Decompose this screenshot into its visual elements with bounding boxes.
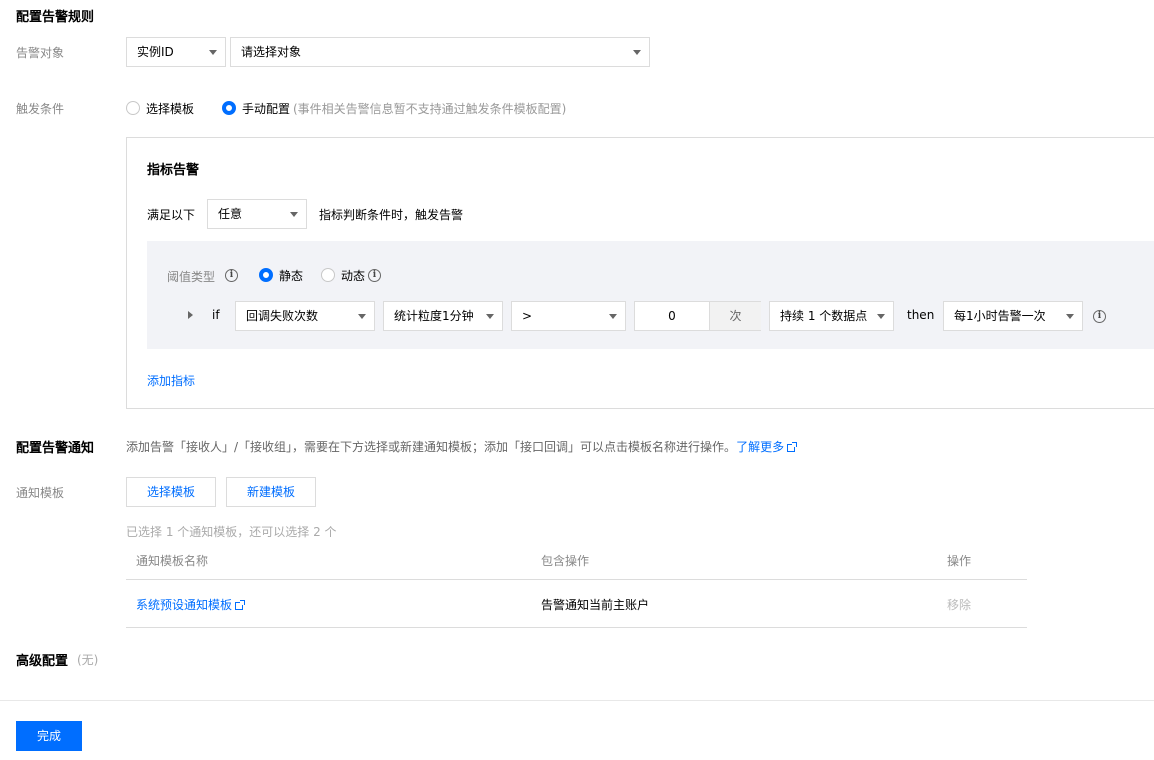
satisfy-select[interactable]: 任意 [207,199,307,229]
trigger-manual-label[interactable]: 手动配置 [242,100,290,117]
threshold-unit: 次 [709,302,761,330]
template-action: 告警通知当前主账户 [541,598,650,612]
notify-description-line: 添加告警「接收人」/「接收组」，需要在下方选择或新建通知模板；添加「接口回调」可… [126,438,798,455]
info-icon[interactable]: i [368,269,381,282]
select-template-button[interactable]: 选择模板 [126,477,216,507]
info-icon[interactable]: i [1093,310,1106,323]
threshold-value-input[interactable]: 0 [635,302,709,330]
add-metric-link[interactable]: 添加指标 [147,372,195,389]
template-name: 系统预设通知模板 [136,598,233,612]
notify-description: 添加告警「接收人」/「接收组」，需要在下方选择或新建通知模板；添加「接口回调」可… [126,440,737,454]
trigger-manual-radio[interactable] [222,101,236,115]
metric-alarm-title: 指标告警 [147,163,200,178]
table-header-action: 包含操作 [541,554,590,568]
external-link-icon [787,442,798,452]
satisfy-suffix: 指标判断条件时，触发告警 [319,208,464,222]
selected-info: 已选择 1 个通知模板，还可以选择 2 个 [126,525,337,539]
granularity-value: 统计粒度1分钟 [394,309,474,323]
table-header-divider [126,579,1027,580]
threshold-dynamic-label[interactable]: 动态 [341,267,365,284]
trigger-label: 触发条件 [16,102,65,116]
operator-value: > [522,309,533,323]
condition-panel [147,241,1154,349]
advanced-section-title[interactable]: 高级配置 [16,650,68,669]
template-label: 通知模板 [16,486,65,500]
chevron-down-icon [1066,314,1074,319]
chevron-down-icon [609,314,617,319]
frequency-select[interactable]: 每1小时告警一次 [943,301,1083,331]
chevron-down-icon [209,50,217,55]
rule-section-title: 配置告警规则 [16,10,95,25]
operator-select[interactable]: > [511,301,626,331]
learn-more-link[interactable]: 了解更多 [736,440,798,454]
frequency-value: 每1小时告警一次 [954,309,1046,323]
info-icon[interactable]: i [225,269,238,282]
remove-template-button[interactable]: 移除 [947,596,971,613]
expand-arrow-icon[interactable] [188,311,193,319]
metric-name-select[interactable]: 回调失败次数 [235,301,375,331]
target-label: 告警对象 [16,46,65,60]
chevron-down-icon [633,50,641,55]
trigger-manual-note: (事件相关告警信息暂不支持通过触发条件模板配置) [293,102,567,116]
threshold-dynamic-radio[interactable] [321,268,335,282]
table-header-name: 通知模板名称 [136,554,209,568]
table-header-op: 操作 [947,554,972,568]
then-label: then [907,308,935,322]
finish-button[interactable]: 完成 [16,721,82,751]
metric-name-value: 回调失败次数 [246,309,319,323]
chevron-down-icon [877,314,885,319]
threshold-value-group: 0 次 [634,301,761,331]
learn-more-label: 了解更多 [736,440,785,454]
if-label: if [212,308,220,322]
footer-divider [0,700,1154,701]
trigger-template-radio[interactable] [126,101,140,115]
external-link-icon [235,600,246,610]
satisfy-prefix: 满足以下 [147,208,196,222]
chevron-down-icon [290,212,298,217]
satisfy-value: 任意 [218,207,243,221]
threshold-type-label: 阈值类型 [167,270,216,284]
target-type-value: 实例ID [137,45,174,59]
duration-value: 持续 1 个数据点 [780,309,868,323]
target-object-select[interactable]: 请选择对象 [230,37,650,67]
granularity-select[interactable]: 统计粒度1分钟 [383,301,503,331]
trigger-template-label[interactable]: 选择模板 [146,100,194,117]
chevron-down-icon [486,314,494,319]
duration-select[interactable]: 持续 1 个数据点 [769,301,894,331]
table-row-divider [126,627,1027,628]
chevron-down-icon [358,314,366,319]
threshold-static-label[interactable]: 静态 [279,267,303,284]
target-type-select[interactable]: 实例ID [126,37,226,67]
notify-section-title: 配置告警通知 [16,441,95,456]
new-template-button[interactable]: 新建模板 [226,477,316,507]
template-name-link[interactable]: 系统预设通知模板 [136,596,246,613]
advanced-note: (无) [77,653,99,667]
threshold-static-radio[interactable] [259,268,273,282]
target-object-placeholder: 请选择对象 [241,45,302,59]
